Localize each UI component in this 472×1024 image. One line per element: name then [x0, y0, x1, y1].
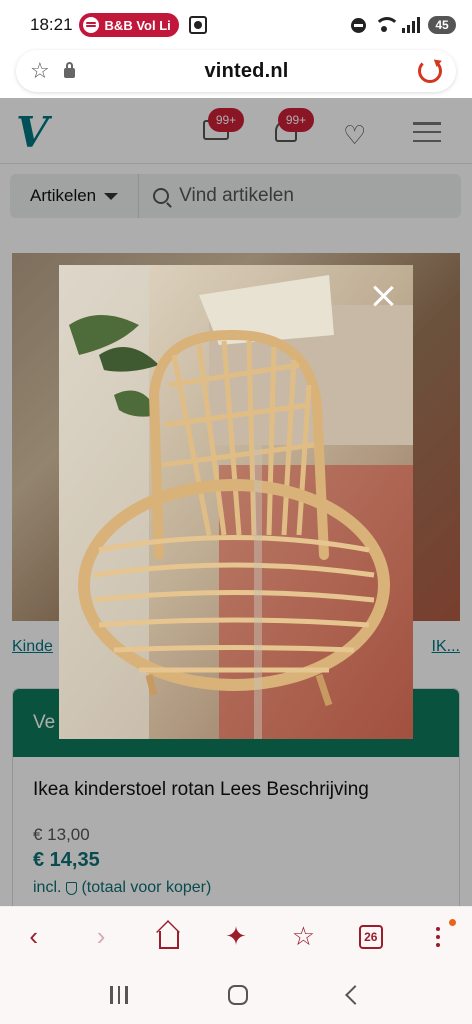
- screen-capture-icon: [188, 16, 207, 34]
- tabs-button[interactable]: 26: [351, 917, 391, 957]
- tabs-count: 26: [358, 924, 383, 949]
- system-home-button[interactable]: [227, 985, 248, 1005]
- enlarged-product-photo[interactable]: [59, 265, 413, 739]
- ai-sparkle-button[interactable]: ✦: [216, 917, 256, 957]
- signal-icon: [402, 17, 420, 33]
- back-button[interactable]: ‹: [14, 917, 54, 957]
- media-label: B&B Vol Li: [104, 17, 171, 33]
- status-indicators: 45: [351, 16, 456, 34]
- rattan-chair-illustration: [59, 265, 413, 739]
- wifi-icon: [374, 17, 400, 33]
- bookmarks-button[interactable]: ☆: [283, 917, 323, 957]
- url-text[interactable]: vinted.nl: [75, 60, 418, 83]
- status-bar: 18:21 B&B Vol Li 45: [0, 0, 472, 50]
- battery-indicator: 45: [428, 16, 456, 34]
- spotify-icon: [82, 17, 99, 33]
- bookmark-star-icon[interactable]: ☆: [30, 58, 56, 84]
- reload-icon[interactable]: [418, 59, 442, 83]
- browser-toolbar: ‹ › ✦ ☆ 26: [0, 906, 472, 966]
- more-vertical-icon: [436, 926, 441, 947]
- do-not-disturb-icon: [351, 17, 366, 33]
- recents-button[interactable]: [110, 986, 128, 1004]
- forward-button[interactable]: ›: [81, 917, 121, 957]
- home-button[interactable]: [149, 917, 189, 957]
- media-playing-pill[interactable]: B&B Vol Li: [78, 13, 179, 37]
- more-menu-button[interactable]: [418, 917, 458, 957]
- system-back-button[interactable]: [344, 985, 365, 1005]
- lock-icon[interactable]: [64, 62, 75, 78]
- close-icon[interactable]: [370, 283, 396, 309]
- status-time: 18:21: [30, 15, 73, 34]
- update-dot: [449, 918, 457, 926]
- address-bar[interactable]: ☆ vinted.nl: [16, 50, 456, 92]
- screen: 18:21 B&B Vol Li 45 ☆ vinted.nl V 99+ 99…: [0, 0, 472, 1024]
- browser-url-area: ☆ vinted.nl: [0, 50, 472, 98]
- home-icon: [158, 930, 179, 949]
- system-navigation-bar: [0, 966, 472, 1024]
